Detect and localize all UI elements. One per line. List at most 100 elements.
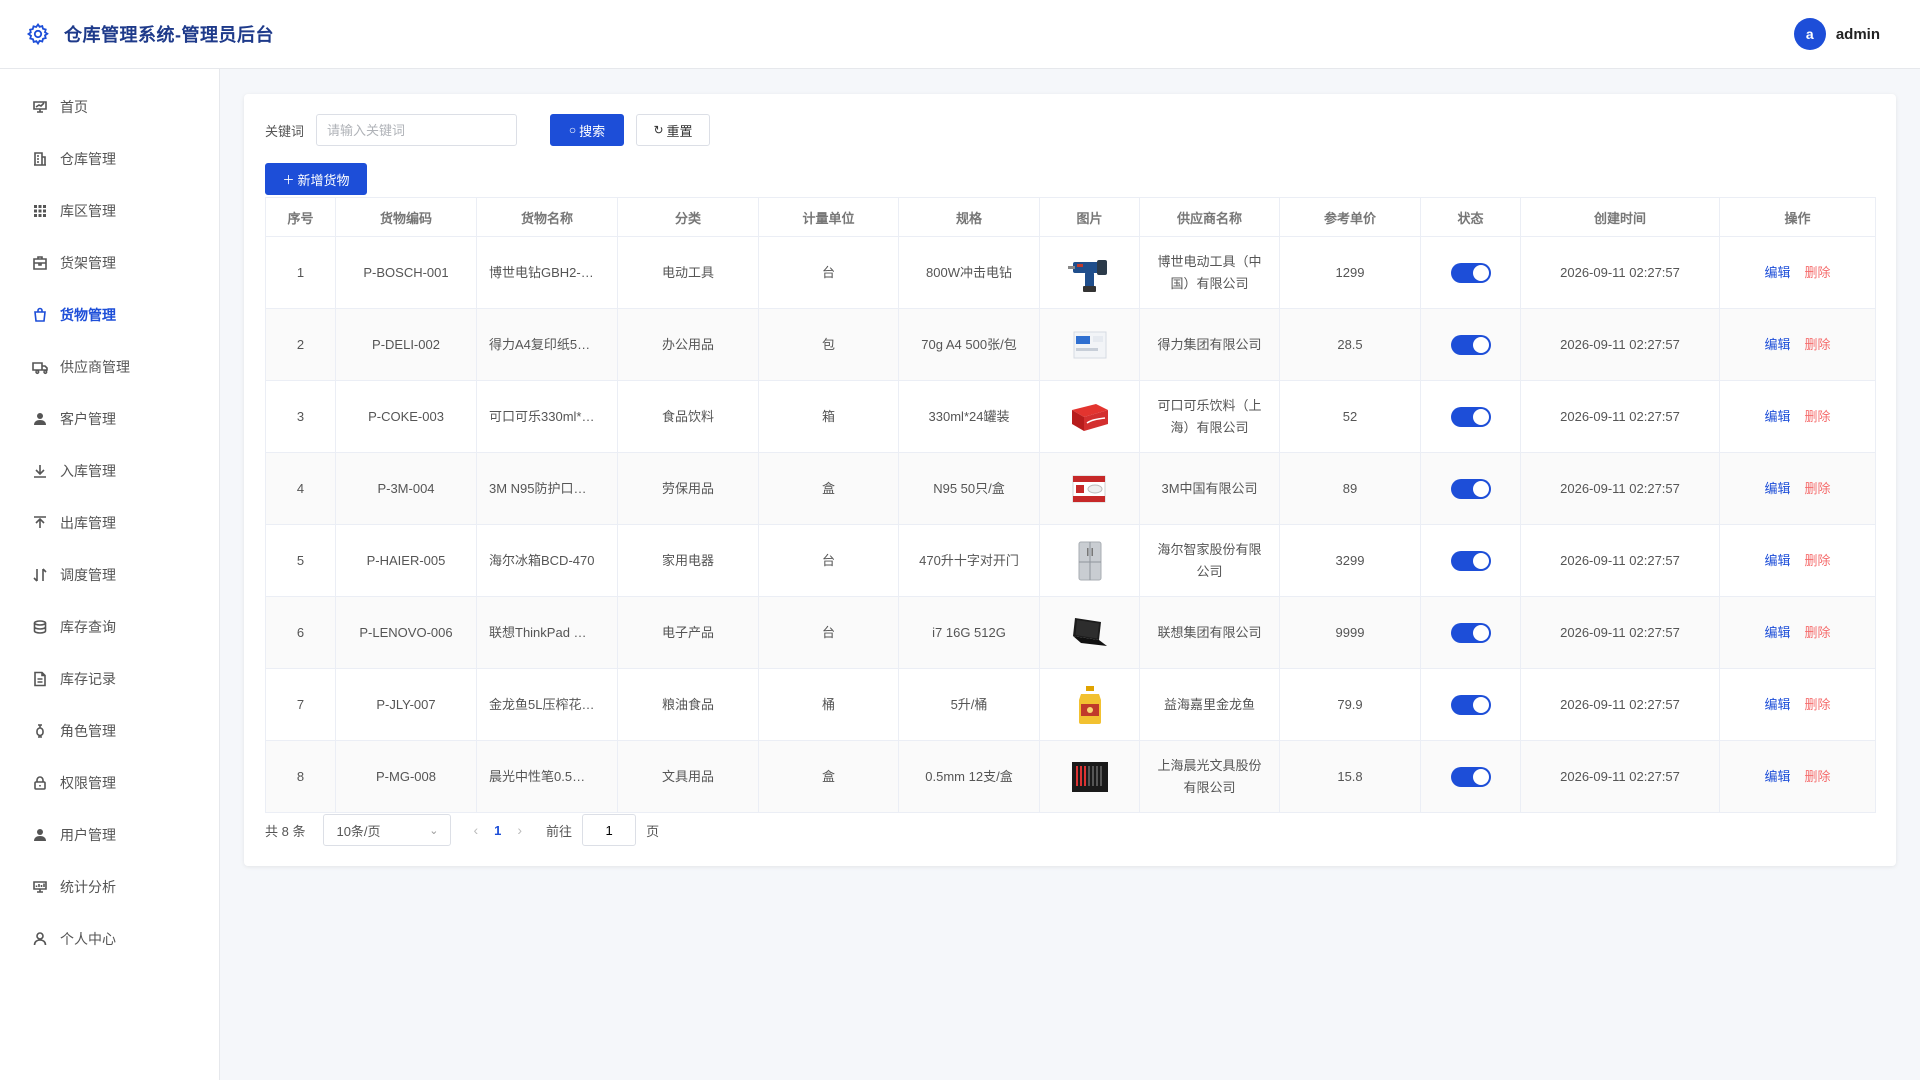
edit-button[interactable]: 编辑 — [1764, 550, 1790, 572]
sidebar-item-goods[interactable]: 货物管理 — [0, 289, 219, 341]
download-icon — [34, 465, 46, 478]
column-header: 货物名称 — [476, 197, 618, 237]
cell-name: 可口可乐330ml*… — [476, 380, 618, 453]
sidebar-item-role[interactable]: 角色管理 — [0, 705, 219, 757]
building-icon — [34, 152, 46, 166]
page-number[interactable]: 1 — [494, 823, 501, 838]
avatar[interactable]: a — [1793, 18, 1826, 50]
prev-page-button[interactable]: ‹ — [473, 822, 478, 838]
upload-icon — [34, 516, 46, 528]
username[interactable]: admin — [1836, 26, 1880, 43]
cell-status — [1420, 308, 1521, 381]
cell-image[interactable] — [1039, 380, 1140, 453]
sidebar-item-dispatch[interactable]: 调度管理 — [0, 549, 219, 601]
sidebar-item-supplier[interactable]: 供应商管理 — [0, 341, 219, 393]
cell-actions: 编辑 删除 — [1719, 308, 1876, 381]
add-goods-button[interactable]: ＋ 新增货物 — [265, 163, 367, 195]
sidebar-item-warehouse[interactable]: 仓库管理 — [0, 133, 219, 185]
goto-page-input[interactable] — [582, 814, 637, 846]
cell-code: P-BOSCH-001 — [335, 236, 477, 309]
cell-unit: 箱 — [758, 380, 899, 453]
delete-button[interactable]: 删除 — [1805, 262, 1831, 284]
cell-status — [1420, 524, 1521, 597]
pagination: 共 8 条 10条/页 ⌄ ‹ 1 › 前往 页 — [265, 814, 1875, 846]
delete-button[interactable]: 删除 — [1805, 406, 1831, 428]
next-page-button[interactable]: › — [517, 822, 522, 838]
cell-image[interactable] — [1039, 668, 1140, 741]
status-toggle[interactable] — [1450, 550, 1491, 571]
keyword-input[interactable] — [316, 114, 518, 146]
cell-supplier: 可口可乐饮料（上海）有限公司 — [1139, 380, 1280, 453]
status-toggle[interactable] — [1450, 406, 1491, 427]
cell-supplier: 益海嘉里金龙鱼 — [1139, 668, 1280, 741]
cell-code: P-MG-008 — [335, 740, 477, 813]
edit-button[interactable]: 编辑 — [1764, 622, 1790, 644]
cell-actions: 编辑 删除 — [1719, 236, 1876, 309]
status-toggle[interactable] — [1450, 478, 1491, 499]
cell-unit: 盒 — [758, 740, 899, 813]
cell-image[interactable] — [1039, 596, 1140, 669]
sidebar-item-profile[interactable]: 个人中心 — [0, 913, 219, 965]
top-header: 仓库管理系统-管理员后台 a admin — [0, 0, 1920, 69]
delete-button[interactable]: 删除 — [1805, 766, 1831, 788]
cell-image[interactable] — [1039, 524, 1140, 597]
edit-button[interactable]: 编辑 — [1764, 766, 1790, 788]
sidebar-item-stats[interactable]: 统计分析 — [0, 861, 219, 913]
cell-code: P-LENOVO-006 — [335, 596, 477, 669]
status-toggle[interactable] — [1450, 694, 1491, 715]
cell-created: 2026-09-11 02:27:57 — [1520, 524, 1720, 597]
sidebar-item-customer[interactable]: 客户管理 — [0, 393, 219, 445]
cell-spec: 800W冲击电钻 — [898, 236, 1040, 309]
dashboard-icon — [33, 101, 47, 113]
cell-supplier: 联想集团有限公司 — [1139, 596, 1280, 669]
cell-image[interactable] — [1039, 236, 1140, 309]
delete-button[interactable]: 删除 — [1805, 334, 1831, 356]
cell-actions: 编辑 删除 — [1719, 524, 1876, 597]
role-icon — [36, 724, 44, 738]
page-size-select[interactable]: 10条/页 ⌄ — [323, 814, 452, 846]
sidebar-item-stock-query[interactable]: 库存查询 — [0, 601, 219, 653]
cell-supplier: 博世电动工具（中国）有限公司 — [1139, 236, 1280, 309]
search-button[interactable]: ○ 搜索 — [550, 114, 625, 146]
cell-created: 2026-09-11 02:27:57 — [1520, 452, 1720, 525]
user-menu[interactable]: a admin — [1793, 18, 1880, 50]
cell-code: P-JLY-007 — [335, 668, 477, 741]
sidebar-item-permission[interactable]: 权限管理 — [0, 757, 219, 809]
delete-button[interactable]: 删除 — [1805, 694, 1831, 716]
cell-image[interactable] — [1039, 308, 1140, 381]
sidebar-item-outbound[interactable]: 出库管理 — [0, 497, 219, 549]
cell-category: 劳保用品 — [617, 452, 759, 525]
sidebar-item-stock-record[interactable]: 库存记录 — [0, 653, 219, 705]
status-toggle[interactable] — [1450, 766, 1491, 787]
sidebar-item-home[interactable]: 首页 — [0, 81, 219, 133]
sidebar-item-shelf[interactable]: 货架管理 — [0, 237, 219, 289]
sidebar-item-inbound[interactable]: 入库管理 — [0, 445, 219, 497]
cell-category: 电子产品 — [617, 596, 759, 669]
edit-button[interactable]: 编辑 — [1764, 262, 1790, 284]
reset-button[interactable]: ↻ 重置 — [636, 114, 711, 146]
table-row: 6 P-LENOVO-006 联想ThinkPad … 电子产品台 i7 16G 512… — [265, 596, 1876, 669]
table-row: 1 P-BOSCH-001 博世电钻GBH2-… 电动工具台 800W冲击电钻 博世电动工… — [265, 236, 1876, 309]
table-row: 8 P-MG-008 晨光中性笔0.5… 文具用品盒 0.5mm 12支/盒 上海晨光文具… — [265, 740, 1876, 813]
delete-button[interactable]: 删除 — [1805, 622, 1831, 644]
status-toggle[interactable] — [1450, 262, 1491, 283]
status-toggle[interactable] — [1450, 622, 1491, 643]
edit-button[interactable]: 编辑 — [1764, 694, 1790, 716]
delete-button[interactable]: 删除 — [1805, 478, 1831, 500]
edit-button[interactable]: 编辑 — [1764, 334, 1790, 356]
cell-no: 5 — [265, 524, 336, 597]
delete-button[interactable]: 删除 — [1805, 550, 1831, 572]
cell-no: 6 — [265, 596, 336, 669]
cell-actions: 编辑 删除 — [1719, 380, 1876, 453]
cell-image[interactable] — [1039, 452, 1140, 525]
sidebar-item-user[interactable]: 用户管理 — [0, 809, 219, 861]
edit-button[interactable]: 编辑 — [1764, 478, 1790, 500]
cell-category: 文具用品 — [617, 740, 759, 813]
table-row: 5 P-HAIER-005 海尔冰箱BCD-470 家用电器台 470升十字对开门 海尔智… — [265, 524, 1876, 597]
edit-button[interactable]: 编辑 — [1764, 406, 1790, 428]
cell-image[interactable] — [1039, 740, 1140, 813]
cell-category: 电动工具 — [617, 236, 759, 309]
status-toggle[interactable] — [1450, 334, 1491, 355]
sidebar-item-zone[interactable]: 库区管理 — [0, 185, 219, 237]
grid-icon — [34, 205, 46, 217]
